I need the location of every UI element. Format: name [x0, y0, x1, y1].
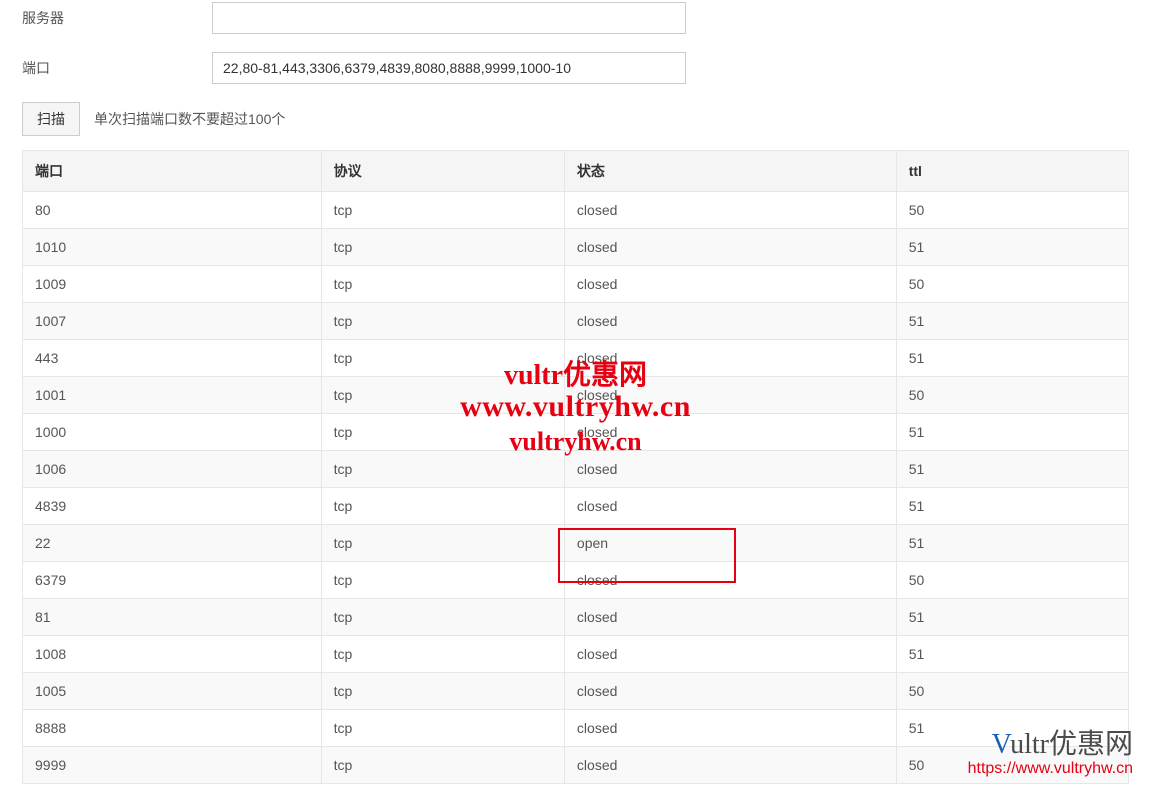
cell-protocol: tcp — [321, 340, 564, 377]
cell-ttl: 51 — [896, 525, 1128, 562]
th-ttl: ttl — [896, 151, 1128, 192]
cell-status: closed — [564, 192, 896, 229]
table-row: 6379tcpclosed50 — [23, 562, 1129, 599]
cell-protocol: tcp — [321, 229, 564, 266]
cell-port: 81 — [23, 599, 322, 636]
table-row: 1008tcpclosed51 — [23, 636, 1129, 673]
cell-ttl: 51 — [896, 451, 1128, 488]
cell-protocol: tcp — [321, 451, 564, 488]
cell-ttl: 51 — [896, 340, 1128, 377]
cell-status: closed — [564, 562, 896, 599]
cell-ttl: 51 — [896, 229, 1128, 266]
cell-status: open — [564, 525, 896, 562]
cell-port: 1007 — [23, 303, 322, 340]
table-row: 4839tcpclosed51 — [23, 488, 1129, 525]
cell-protocol: tcp — [321, 673, 564, 710]
cell-status: closed — [564, 303, 896, 340]
cell-status: closed — [564, 229, 896, 266]
table-row: 1005tcpclosed50 — [23, 673, 1129, 710]
port-label: 端口 — [22, 58, 212, 78]
cell-protocol: tcp — [321, 562, 564, 599]
hint-text: 单次扫描端口数不要超过100个 — [94, 109, 285, 129]
cell-ttl: 51 — [896, 599, 1128, 636]
cell-ttl: 51 — [896, 636, 1128, 673]
table-row: 1006tcpclosed51 — [23, 451, 1129, 488]
table-row: 1001tcpclosed50 — [23, 377, 1129, 414]
cell-port: 1010 — [23, 229, 322, 266]
cell-port: 6379 — [23, 562, 322, 599]
cell-status: closed — [564, 747, 896, 784]
cell-protocol: tcp — [321, 192, 564, 229]
cell-protocol: tcp — [321, 488, 564, 525]
cell-port: 22 — [23, 525, 322, 562]
cell-protocol: tcp — [321, 377, 564, 414]
port-row: 端口 — [22, 52, 1129, 84]
cell-status: closed — [564, 414, 896, 451]
cell-protocol: tcp — [321, 414, 564, 451]
cell-status: closed — [564, 340, 896, 377]
cell-port: 443 — [23, 340, 322, 377]
cell-port: 1005 — [23, 673, 322, 710]
cell-ttl: 51 — [896, 710, 1128, 747]
cell-port: 1009 — [23, 266, 322, 303]
cell-port: 1008 — [23, 636, 322, 673]
cell-port: 9999 — [23, 747, 322, 784]
cell-protocol: tcp — [321, 525, 564, 562]
server-input[interactable] — [212, 2, 686, 34]
cell-ttl: 50 — [896, 747, 1128, 784]
cell-status: closed — [564, 710, 896, 747]
table-row: 1010tcpclosed51 — [23, 229, 1129, 266]
scan-button[interactable]: 扫描 — [22, 102, 80, 136]
table-row: 1000tcpclosed51 — [23, 414, 1129, 451]
server-row: 服务器 — [22, 2, 1129, 34]
cell-protocol: tcp — [321, 266, 564, 303]
th-protocol: 协议 — [321, 151, 564, 192]
table-row: 8888tcpclosed51 — [23, 710, 1129, 747]
port-input[interactable] — [212, 52, 686, 84]
cell-ttl: 50 — [896, 673, 1128, 710]
table-row: 81tcpclosed51 — [23, 599, 1129, 636]
cell-status: closed — [564, 599, 896, 636]
server-label: 服务器 — [22, 8, 212, 28]
cell-ttl: 50 — [896, 377, 1128, 414]
cell-port: 8888 — [23, 710, 322, 747]
cell-ttl: 50 — [896, 266, 1128, 303]
cell-ttl: 50 — [896, 192, 1128, 229]
cell-status: closed — [564, 266, 896, 303]
cell-status: closed — [564, 636, 896, 673]
table-row: 1009tcpclosed50 — [23, 266, 1129, 303]
th-port: 端口 — [23, 151, 322, 192]
table-row: 22tcpopen51 — [23, 525, 1129, 562]
cell-status: closed — [564, 488, 896, 525]
results-table-wrap: 端口 协议 状态 ttl 80tcpclosed501010tcpclosed5… — [0, 150, 1151, 784]
cell-port: 1000 — [23, 414, 322, 451]
cell-status: closed — [564, 377, 896, 414]
table-row: 1007tcpclosed51 — [23, 303, 1129, 340]
table-row: 80tcpclosed50 — [23, 192, 1129, 229]
cell-port: 1001 — [23, 377, 322, 414]
cell-protocol: tcp — [321, 599, 564, 636]
action-row: 扫描 单次扫描端口数不要超过100个 — [22, 102, 1129, 136]
cell-protocol: tcp — [321, 747, 564, 784]
results-table: 端口 协议 状态 ttl 80tcpclosed501010tcpclosed5… — [22, 150, 1129, 784]
table-header-row: 端口 协议 状态 ttl — [23, 151, 1129, 192]
th-status: 状态 — [564, 151, 896, 192]
table-row: 9999tcpclosed50 — [23, 747, 1129, 784]
table-row: 443tcpclosed51 — [23, 340, 1129, 377]
cell-port: 4839 — [23, 488, 322, 525]
cell-ttl: 50 — [896, 562, 1128, 599]
form-area: 服务器 端口 扫描 单次扫描端口数不要超过100个 — [0, 2, 1151, 136]
cell-status: closed — [564, 451, 896, 488]
cell-port: 80 — [23, 192, 322, 229]
cell-protocol: tcp — [321, 303, 564, 340]
cell-protocol: tcp — [321, 636, 564, 673]
cell-ttl: 51 — [896, 414, 1128, 451]
cell-protocol: tcp — [321, 710, 564, 747]
table-body: 80tcpclosed501010tcpclosed511009tcpclose… — [23, 192, 1129, 784]
cell-status: closed — [564, 673, 896, 710]
cell-ttl: 51 — [896, 303, 1128, 340]
cell-ttl: 51 — [896, 488, 1128, 525]
cell-port: 1006 — [23, 451, 322, 488]
